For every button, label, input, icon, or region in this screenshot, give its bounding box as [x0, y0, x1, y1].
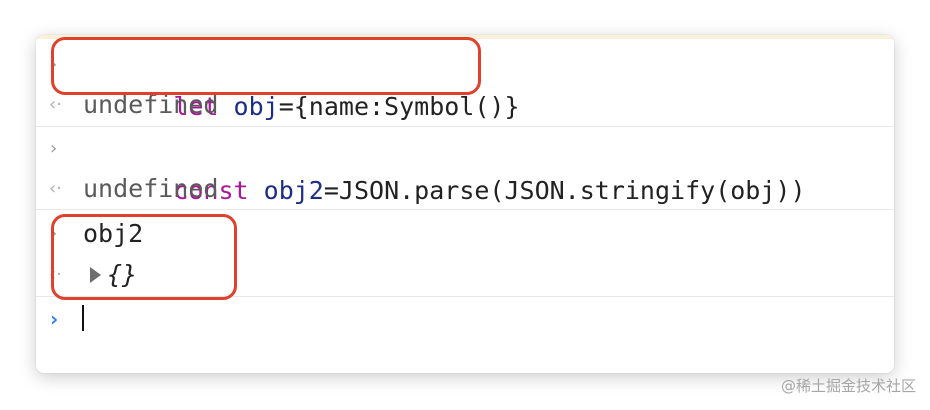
watermark: @稀土掘金技术社区	[780, 377, 916, 395]
entry-separator	[36, 209, 894, 210]
output-value: undefined	[83, 174, 219, 203]
entry-separator	[36, 126, 894, 127]
highlight-box-first-statement	[51, 37, 481, 95]
return-value-icon: ‹·	[49, 178, 62, 199]
active-prompt-icon: ›	[50, 307, 59, 331]
console-input-line-2[interactable]: › const obj2=JSON.parse(JSON.stringify(o…	[36, 128, 894, 205]
text-caret	[82, 305, 84, 331]
console-active-input[interactable]: ›	[36, 298, 894, 340]
input-prompt-icon: ›	[50, 138, 58, 159]
console-output-line-2: ‹· undefined	[36, 168, 894, 210]
highlight-box-obj2-result	[51, 214, 237, 300]
